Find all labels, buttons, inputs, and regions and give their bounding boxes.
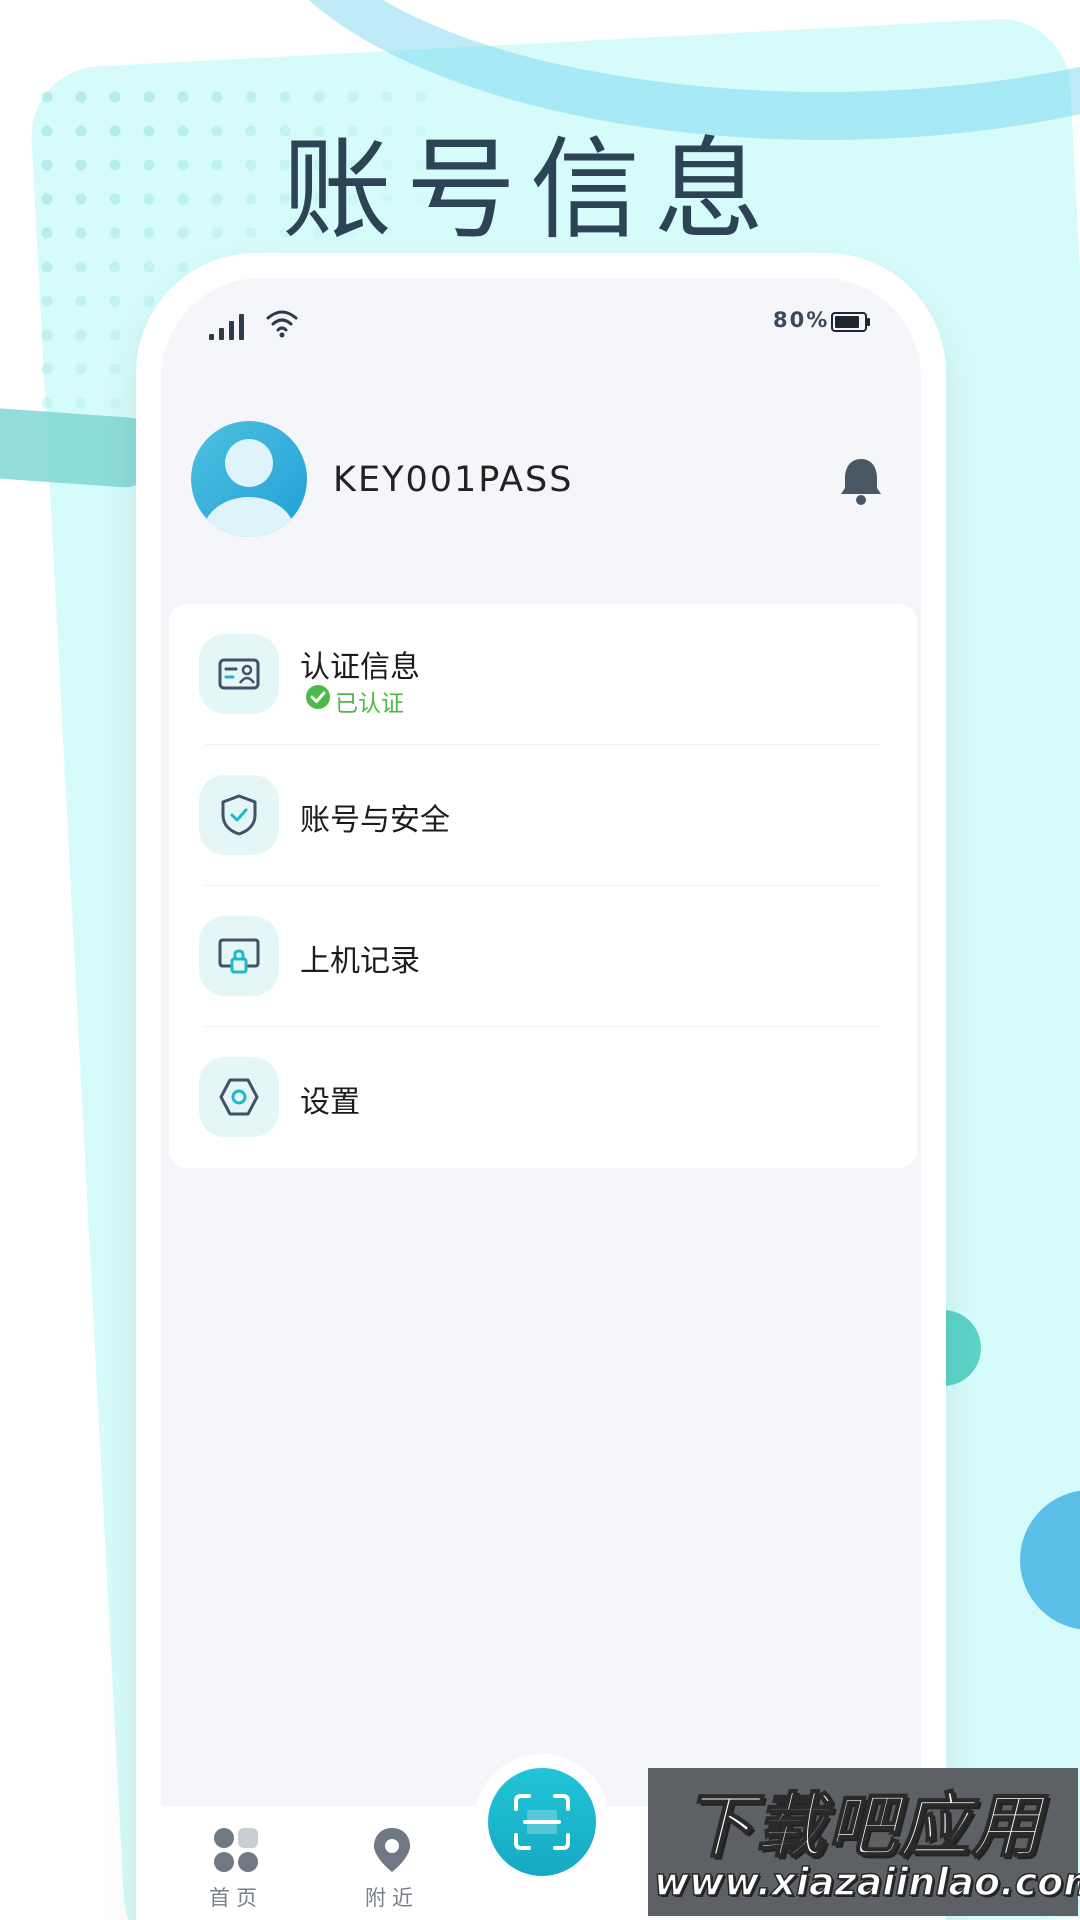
scan-button[interactable] [488, 1768, 596, 1876]
watermark-url: www.xiazaiinlao.com [653, 1859, 1080, 1905]
menu-icon-box [199, 775, 279, 855]
screenshot-canvas: 账号信息 80% KEY001PASS 认证信息 已认证 账号与安全 上机记录 … [0, 0, 1080, 1920]
menu-item-label: 认证信息 [300, 650, 420, 685]
hexagon-settings-icon [219, 1078, 259, 1116]
signal-icon [209, 314, 244, 340]
menu-item-label: 上机记录 [300, 944, 420, 979]
location-pin-icon [374, 1828, 410, 1872]
id-card-icon [218, 658, 260, 690]
watermark: 下载吧应用 www.xiazaiinlao.com [648, 1768, 1080, 1916]
menu-icon-box [199, 916, 279, 996]
grid-home-icon [214, 1828, 258, 1872]
watermark-title: 下载吧应用 [682, 1784, 1043, 1868]
tab-nearby[interactable]: 附近 [337, 1826, 447, 1920]
menu-item-label: 设置 [300, 1085, 360, 1120]
tab-label: 附近 [365, 1886, 419, 1910]
status-bar: 80% [161, 278, 921, 378]
phone-frame: 80% KEY001PASS 认证信息 已认证 账号与安全 上机记录 设置 首页… [136, 253, 946, 1920]
bell-icon[interactable] [839, 456, 883, 506]
verification-status-text: 已认证 [335, 691, 404, 717]
menu-icon-box [199, 634, 279, 714]
menu-item-verification-info[interactable]: 认证信息 已认证 [169, 604, 917, 745]
monitor-lock-icon [218, 938, 260, 974]
menu-item-account-security[interactable]: 账号与安全 [169, 745, 917, 886]
menu-item-label: 账号与安全 [300, 803, 450, 838]
username: KEY001PASS [333, 460, 574, 500]
check-circle-icon [306, 685, 330, 709]
menu-item-settings[interactable]: 设置 [169, 1027, 917, 1168]
wifi-icon [266, 310, 298, 338]
avatar[interactable] [191, 421, 307, 537]
scan-icon [514, 1794, 570, 1850]
battery-icon [831, 312, 870, 332]
battery-percent: 80% [773, 308, 830, 332]
page-title: 账号信息 [282, 126, 778, 254]
phone-screen: 80% KEY001PASS 认证信息 已认证 账号与安全 上机记录 设置 首页… [161, 278, 921, 1920]
shield-check-icon [221, 794, 257, 836]
menu-card: 认证信息 已认证 账号与安全 上机记录 设置 [169, 604, 917, 1168]
tab-label: 首页 [209, 1886, 263, 1910]
menu-item-login-records[interactable]: 上机记录 [169, 886, 917, 1027]
tab-home[interactable]: 首页 [181, 1826, 291, 1920]
menu-icon-box [199, 1057, 279, 1137]
